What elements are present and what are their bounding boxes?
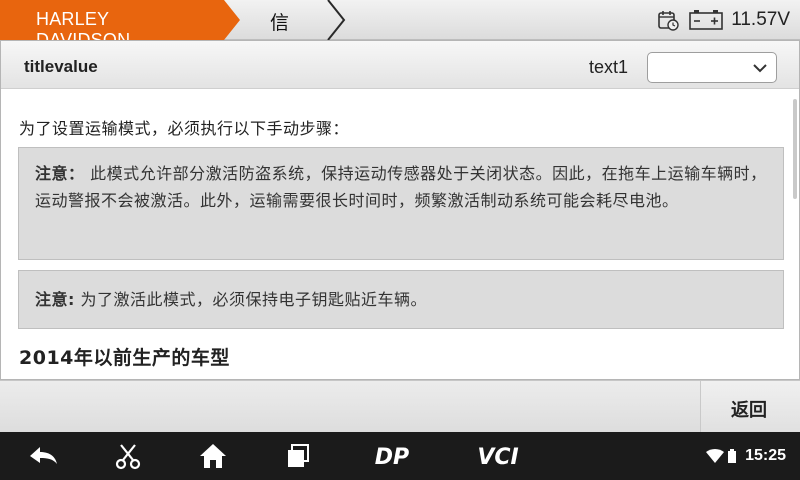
vci-icon[interactable]: VCI	[470, 442, 526, 470]
top-bar: HARLEY DAVIDSON 信息 11.57V	[0, 0, 800, 61]
back-button[interactable]: 返回	[700, 381, 800, 433]
back-button-label: 返回	[731, 400, 767, 421]
sim-icon	[728, 449, 737, 463]
vci-text: VCI	[477, 445, 518, 470]
section-heading: 2014年以前生产的车型	[19, 347, 230, 369]
home-icon[interactable]	[198, 442, 228, 470]
system-nav-bar: DP VCI 15:25	[0, 432, 800, 480]
text1-select[interactable]	[647, 52, 777, 83]
action-bar: 返回	[0, 380, 800, 433]
calendar-clock-icon[interactable]	[657, 9, 679, 31]
chevron-down-icon	[753, 64, 767, 73]
recent-apps-icon[interactable]	[284, 442, 312, 470]
battery-icon	[689, 10, 723, 30]
info-panel: titlevalue text1 为了设置运输模式，必须执行以下手动步骤： 注意…	[0, 40, 800, 380]
voltage-readout: 11.57V	[731, 9, 790, 30]
note-box-2: 注意: 为了激活此模式，必须保持电子钥匙贴近车辆。	[18, 270, 784, 329]
scroll-content[interactable]: 为了设置运输模式，必须执行以下手动步骤： 注意： 此模式允许部分激活防盗系统，保…	[1, 99, 791, 379]
note-label: 注意：	[35, 164, 85, 183]
select-label: text1	[589, 57, 629, 77]
status-area: 11.57V	[657, 0, 790, 40]
panel-title: titlevalue	[24, 57, 98, 76]
scrollbar[interactable]	[793, 99, 797, 199]
back-icon[interactable]	[26, 442, 60, 470]
note-box-1: 注意： 此模式允许部分激活防盗系统，保持运动传感器处于关闭状态。因此，在拖车上运…	[18, 147, 784, 260]
intro-text: 为了设置运输模式，必须执行以下手动步骤：	[19, 119, 350, 138]
nav-status: 15:25	[706, 432, 786, 480]
note-label: 注意:	[35, 290, 75, 309]
clock: 15:25	[745, 447, 786, 464]
note-text: 为了激活此模式，必须保持电子钥匙贴近车辆。	[74, 290, 427, 309]
panel-header: titlevalue text1	[1, 41, 799, 89]
dp-logo-text: DP	[375, 445, 409, 470]
note-text: 此模式允许部分激活防盗系统，保持运动传感器处于关闭状态。因此，在拖车上运输车辆时…	[35, 164, 767, 210]
wifi-icon	[706, 449, 725, 463]
dp-logo-icon[interactable]: DP	[366, 442, 418, 470]
scissors-icon[interactable]	[114, 442, 142, 470]
